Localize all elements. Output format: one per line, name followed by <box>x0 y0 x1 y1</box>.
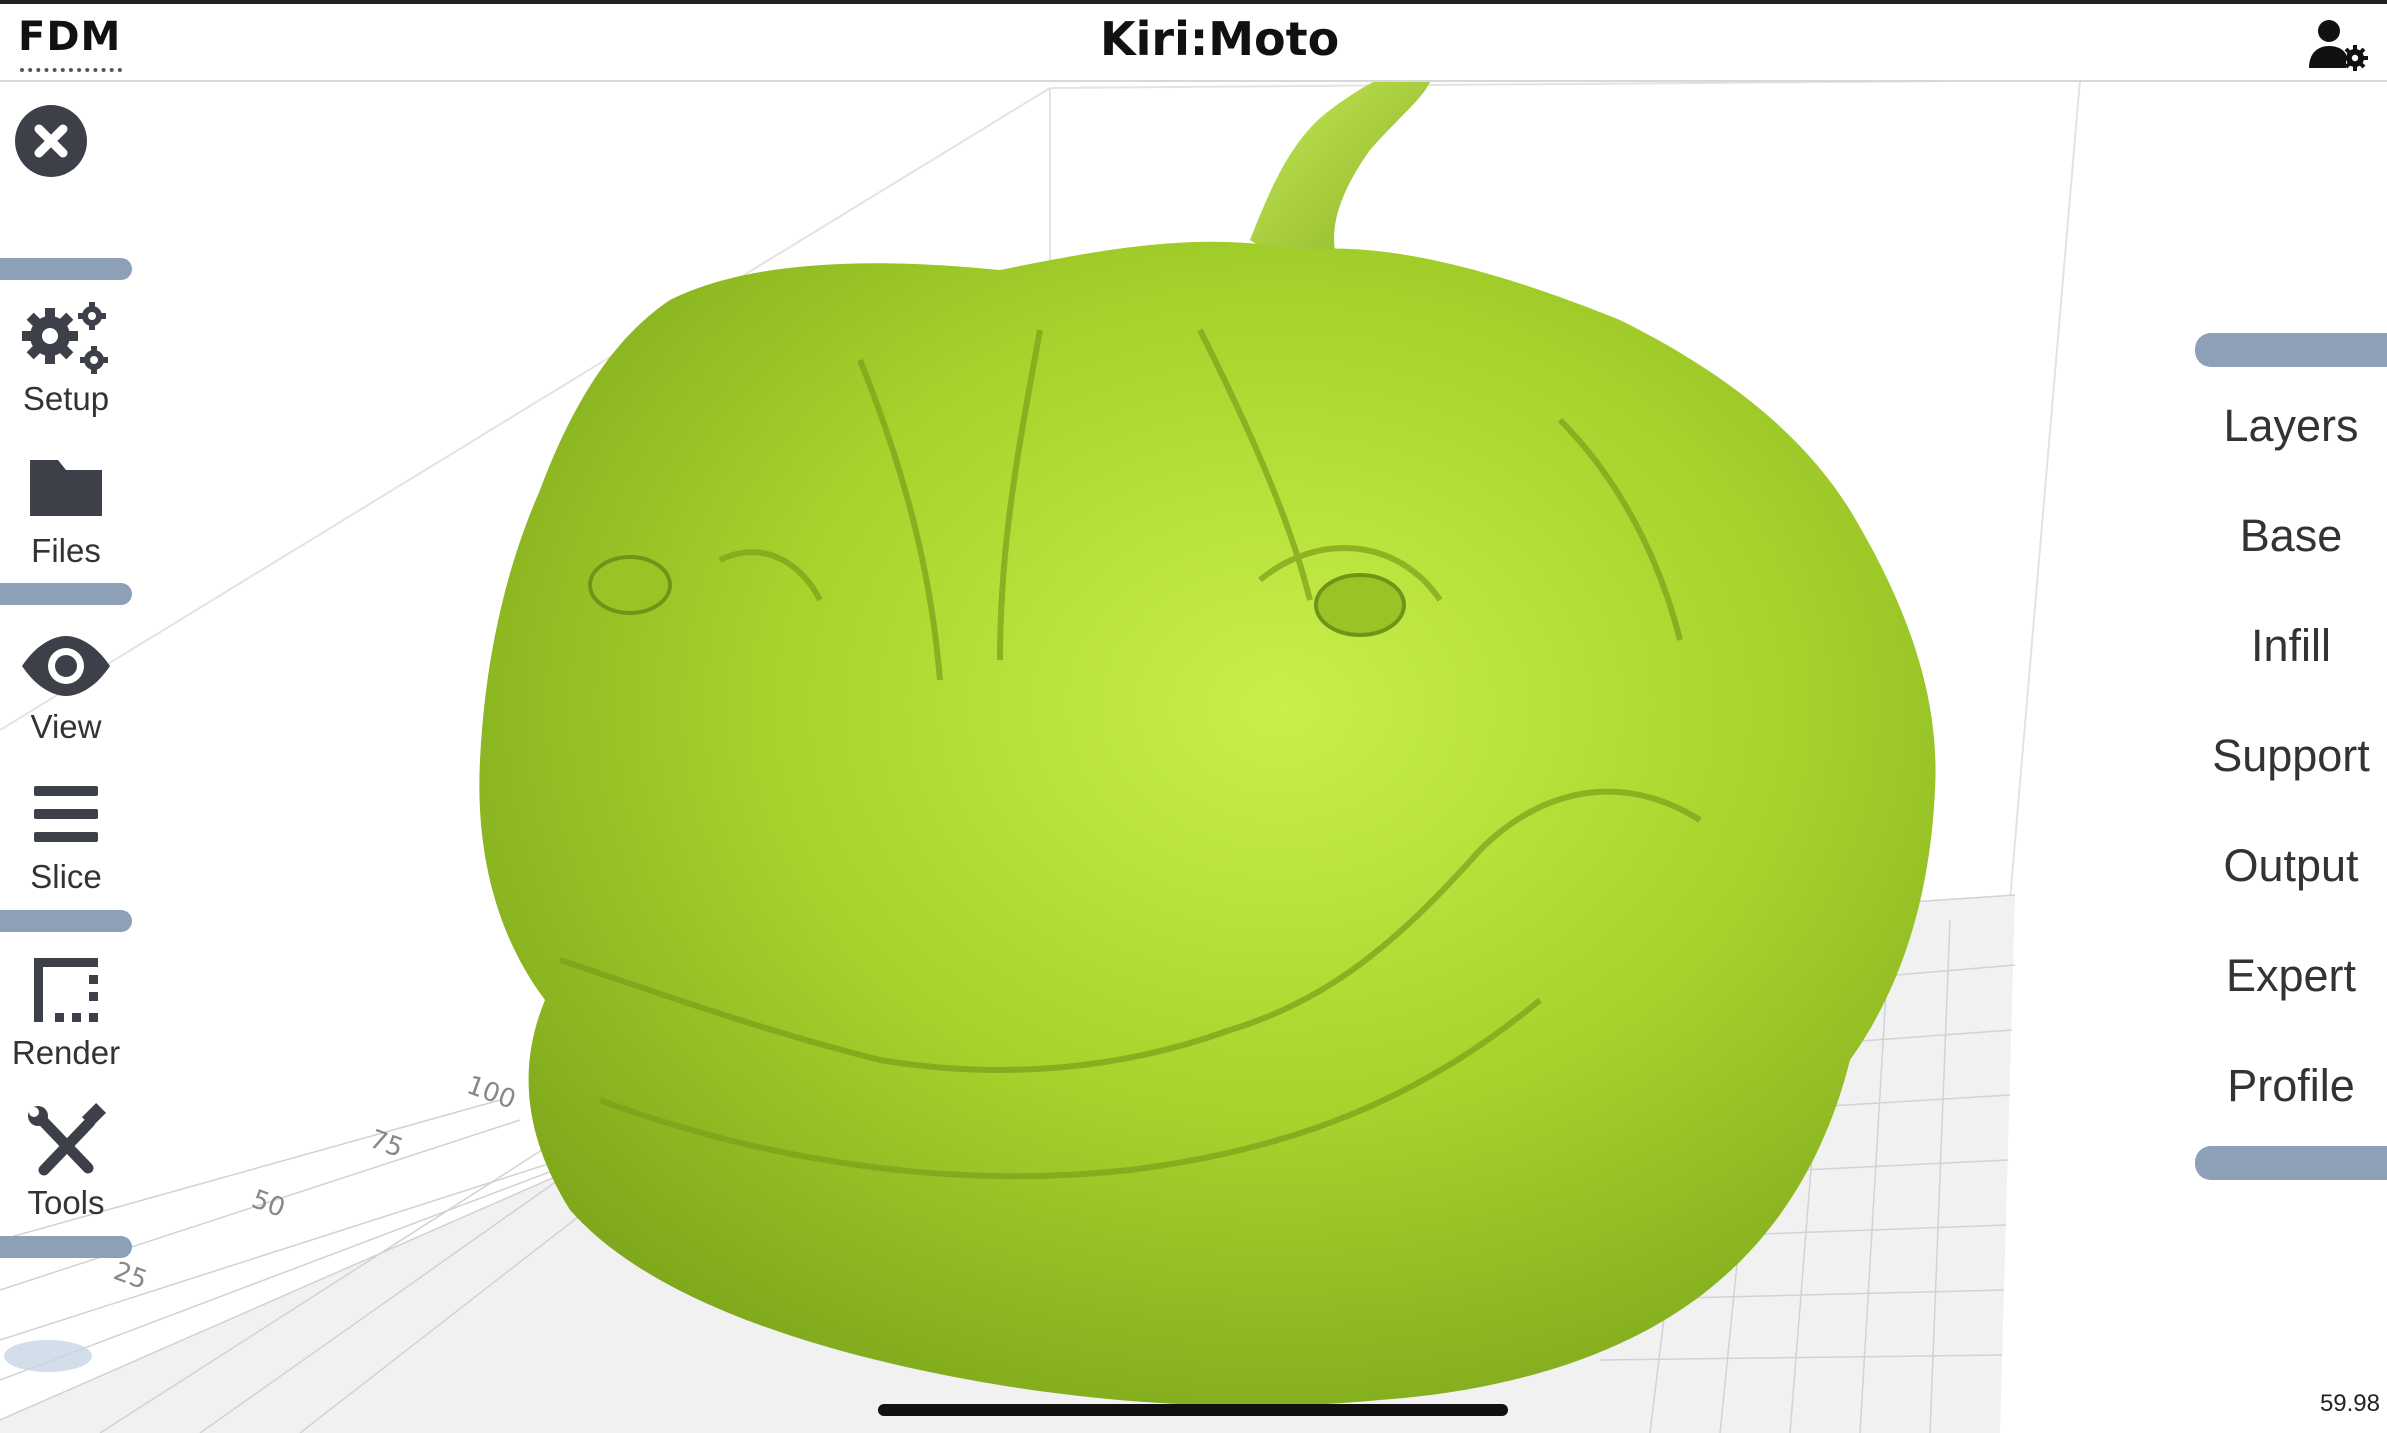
menu-layers[interactable]: Layers <box>2195 400 2387 452</box>
tool-setup[interactable]: Setup <box>0 298 132 418</box>
tool-label: Files <box>31 532 101 569</box>
gears-icon <box>22 302 108 374</box>
header-bar: FDM Kiri:Moto <box>0 4 2387 82</box>
origin-marker <box>4 1340 92 1372</box>
left-divider <box>0 910 132 932</box>
pumpkin-body <box>479 241 1936 1406</box>
eye-icon <box>22 636 110 696</box>
home-indicator <box>878 1404 1508 1416</box>
dashed-square-icon <box>34 958 98 1022</box>
close-button[interactable] <box>15 105 87 177</box>
mode-selector[interactable]: FDM <box>18 14 121 60</box>
right-divider <box>2195 333 2387 367</box>
pumpkin-model <box>479 82 1936 1406</box>
tool-label: Render <box>11 1034 121 1071</box>
fps-counter: 59.98 <box>2319 1390 2380 1417</box>
pumpkin-stem <box>1250 82 1430 258</box>
app-title: Kiri:Moto <box>1100 12 1340 66</box>
tool-label: Slice <box>30 858 102 895</box>
tool-view[interactable]: View <box>0 626 132 746</box>
left-divider <box>0 258 132 280</box>
tool-label: Setup <box>22 380 110 417</box>
tool-label: View <box>30 708 102 745</box>
tool-files[interactable]: Files <box>0 450 132 570</box>
menu-support[interactable]: Support <box>2195 730 2387 782</box>
tool-label: Tools <box>27 1184 105 1221</box>
right-divider <box>2195 1146 2387 1180</box>
menu-profile[interactable]: Profile <box>2195 1060 2387 1112</box>
bars-icon <box>34 786 98 842</box>
tool-slice[interactable]: Slice <box>0 776 132 896</box>
menu-infill[interactable]: Infill <box>2195 620 2387 672</box>
grid-label: 50 <box>248 1184 289 1224</box>
left-divider <box>0 583 132 605</box>
folder-icon <box>30 460 102 516</box>
grid-label: 75 <box>366 1124 407 1164</box>
3d-viewport[interactable]: 100 75 50 25 <box>0 82 2387 1433</box>
scene: 100 75 50 25 <box>0 82 2081 1433</box>
left-divider <box>0 1236 132 1258</box>
grid-label: 25 <box>110 1256 151 1296</box>
user-settings-icon[interactable] <box>2305 16 2369 72</box>
close-icon <box>34 124 68 158</box>
menu-expert[interactable]: Expert <box>2195 950 2387 1002</box>
tool-tools[interactable]: Tools <box>0 1102 132 1222</box>
menu-base[interactable]: Base <box>2195 510 2387 562</box>
menu-output[interactable]: Output <box>2195 840 2387 892</box>
mode-underline <box>20 68 122 72</box>
tool-render[interactable]: Render <box>0 952 132 1072</box>
tools-icon <box>28 1102 107 1176</box>
